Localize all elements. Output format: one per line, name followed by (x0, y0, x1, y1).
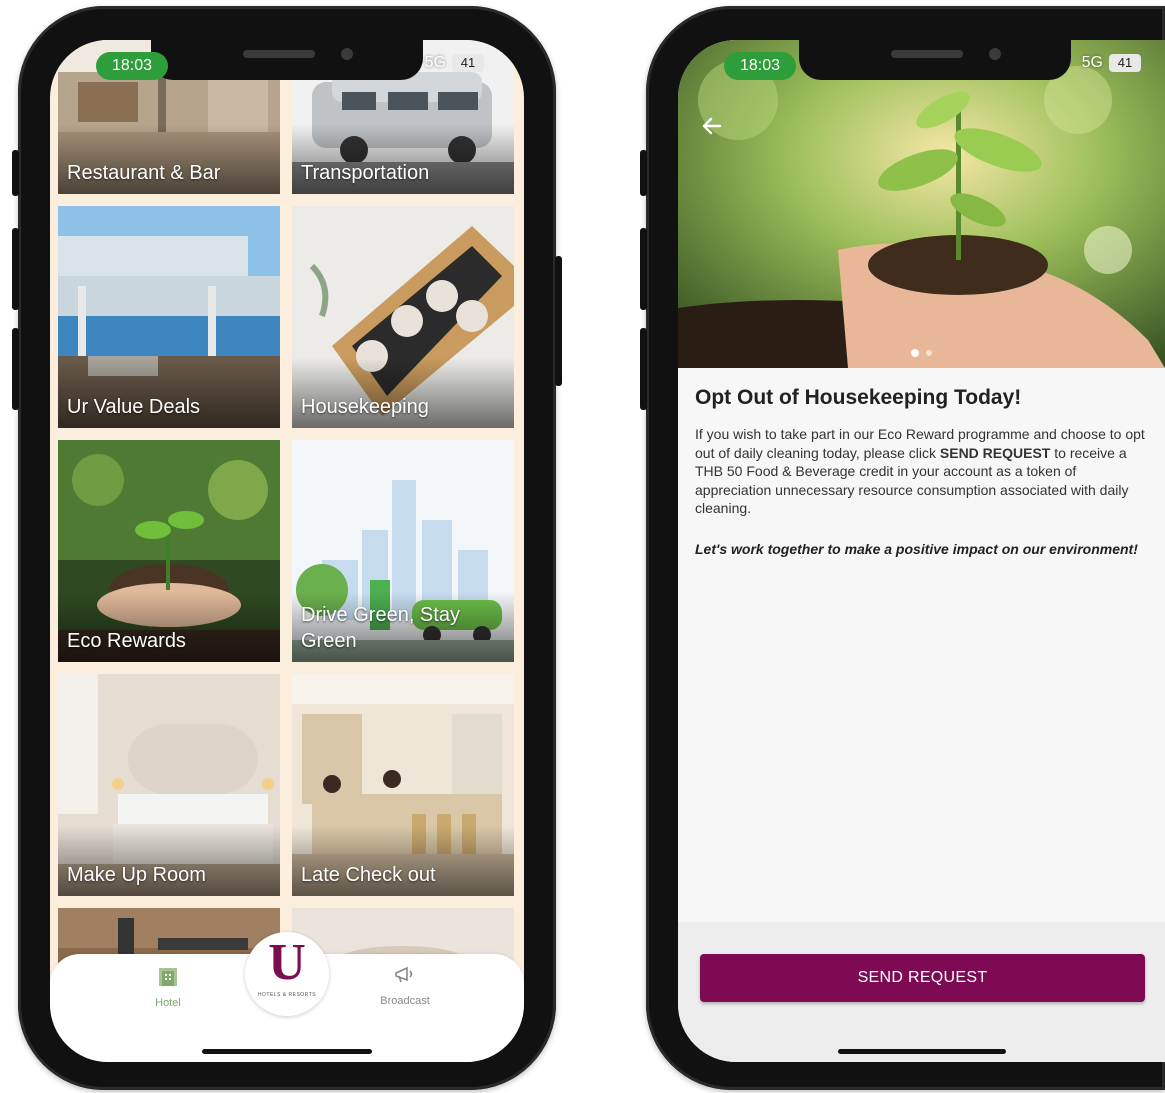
nav-hotel-label: Hotel (155, 997, 181, 1009)
tile-make-up-room[interactable]: Make Up Room (58, 674, 280, 896)
tile-late-check-out[interactable]: Late Check out (292, 674, 514, 896)
tile-ur-value-deals[interactable]: Ur Value Deals (58, 206, 280, 428)
volume-down-button (640, 328, 647, 410)
arrow-left-icon[interactable] (698, 112, 726, 140)
nav-broadcast[interactable]: Broadcast (370, 964, 440, 1007)
carousel-dot[interactable] (911, 349, 919, 357)
brand-logo-button[interactable]: U HOTELS & RESORTS (245, 932, 329, 1016)
description-highlight: SEND REQUEST (939, 444, 1051, 461)
tile-label: Make Up Room (67, 864, 206, 886)
detail-screen: 18:03 5G 41 Opt Out of Housekeeping Toda… (678, 40, 1165, 1062)
carousel-dots (678, 349, 1165, 357)
phone-hotel-menu: 18:03 5G 41 Restaurant & Bar Transportat… (12, 6, 562, 1090)
status-indicators: 5G 41 (425, 54, 484, 72)
megaphone-icon (395, 966, 413, 983)
carousel-dot[interactable] (926, 350, 932, 356)
network-label: 5G (424, 54, 446, 71)
tile-label: Late Check out (301, 864, 436, 886)
tile-label: Restaurant & Bar (67, 162, 221, 184)
logo-letter: U (268, 934, 306, 991)
tile-eco-rewards[interactable]: Eco Rewards (58, 440, 280, 662)
volume-up-button (640, 228, 647, 310)
phone-detail: 18:03 5G 41 Opt Out of Housekeeping Toda… (640, 6, 1165, 1090)
tile-drive-green[interactable]: Drive Green, Stay Green (292, 440, 514, 662)
tile-label: Housekeeping (301, 396, 429, 418)
logo-text: HOTELS & RESORTS (257, 992, 317, 998)
volume-up-button (12, 228, 19, 310)
status-time: 18:03 (96, 52, 169, 80)
tile-label: Drive Green, Stay Green (301, 604, 460, 652)
detail-content: Opt Out of Housekeeping Today! If you wi… (695, 386, 1153, 558)
network-label: 5G (1081, 54, 1103, 71)
tile-label: Eco Rewards (67, 630, 186, 652)
battery-icon: 41 (1109, 54, 1141, 72)
tagline: Let's work together to make a positive i… (695, 540, 1138, 557)
tile-label: Transportation (301, 162, 430, 184)
hotel-screen: 18:03 5G 41 Restaurant & Bar Transportat… (50, 40, 524, 1062)
nav-broadcast-label: Broadcast (380, 995, 430, 1007)
stage: 18:03 5G 41 Restaurant & Bar Transportat… (0, 0, 1165, 1093)
page-title: Opt Out of Housekeeping Today! (695, 386, 1022, 409)
battery-icon: 41 (452, 54, 484, 72)
mute-switch (12, 150, 19, 196)
hotel-building-icon (159, 968, 177, 986)
hero-carousel[interactable] (678, 40, 1165, 368)
home-indicator (202, 1049, 372, 1054)
status-time: 18:03 (724, 52, 797, 80)
status-indicators: 5G 41 (1082, 54, 1141, 72)
mute-switch (640, 150, 647, 196)
tile-label: Ur Value Deals (67, 396, 201, 418)
nav-hotel[interactable]: Hotel (138, 966, 198, 1009)
tile-housekeeping[interactable]: Housekeeping (292, 206, 514, 428)
bottom-nav: Hotel U HOTELS & RESORTS Broadcast (50, 932, 524, 1062)
notch (151, 40, 423, 80)
notch (798, 40, 1071, 80)
seedling-hero-image (678, 40, 1165, 368)
footer-bar: SEND REQUEST (678, 922, 1165, 1062)
send-request-button[interactable]: SEND REQUEST (700, 954, 1145, 1002)
home-indicator (837, 1049, 1006, 1054)
volume-down-button (12, 328, 19, 410)
service-grid: Restaurant & Bar Transportation Ur Value… (58, 40, 516, 1062)
description: If you wish to take part in our Eco Rewa… (695, 425, 1153, 518)
power-button (555, 256, 562, 386)
